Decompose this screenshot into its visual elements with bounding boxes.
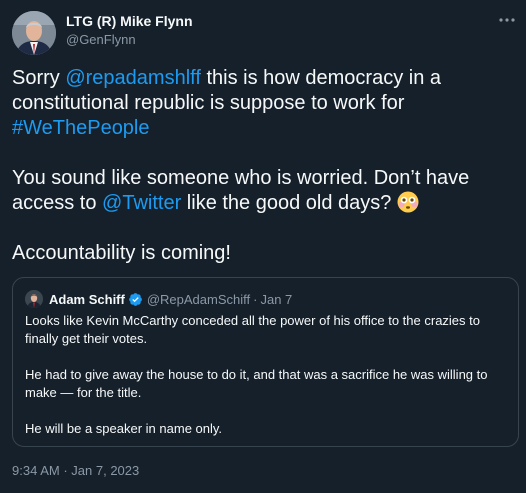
- mention-link[interactable]: @repadamshlff: [65, 67, 201, 89]
- tweet-paragraph-2: You sound like someone who is worried. D…: [12, 167, 470, 214]
- author-handle[interactable]: @GenFlynn: [66, 31, 193, 49]
- author-avatar[interactable]: [12, 11, 56, 55]
- separator-dot: ·: [253, 291, 258, 307]
- quoted-author-avatar: [25, 290, 43, 308]
- author-info: LTG (R) Mike Flynn @GenFlynn: [66, 12, 193, 49]
- quoted-author-name[interactable]: Adam Schiff: [49, 292, 125, 307]
- quoted-tweet-header: Adam Schiff @RepAdamSchiff · Jan 7: [25, 290, 292, 308]
- timestamp-separator: ·: [63, 463, 68, 478]
- twitter-mention-link[interactable]: @Twitter: [102, 192, 181, 214]
- more-options-icon[interactable]: [496, 12, 518, 28]
- quoted-tweet-date[interactable]: Jan 7: [260, 292, 292, 307]
- quoted-author-handle[interactable]: @RepAdamSchiff: [147, 292, 250, 307]
- tweet-timestamp[interactable]: 9:34 AM · Jan 7, 2023: [12, 463, 139, 478]
- quoted-paragraph-1: Looks like Kevin McCarthy conceded all t…: [25, 313, 480, 346]
- tweet-text: Sorry @repadamshlff this is how democrac…: [12, 66, 512, 266]
- tweet-date[interactable]: Jan 7, 2023: [71, 463, 139, 478]
- quoted-tweet[interactable]: Adam Schiff @RepAdamSchiff · Jan 7 Looks…: [12, 277, 519, 447]
- tweet-paragraph-1: Sorry @repadamshlff this is how democrac…: [12, 67, 442, 139]
- author-display-name[interactable]: LTG (R) Mike Flynn: [66, 12, 193, 30]
- quoted-paragraph-2: He had to give away the house to do it, …: [25, 367, 488, 400]
- tweet-header: LTG (R) Mike Flynn @GenFlynn: [12, 10, 518, 55]
- hashtag-link[interactable]: #WeThePeople: [12, 117, 150, 139]
- verified-badge-icon: [128, 292, 143, 307]
- tweet-time[interactable]: 9:34 AM: [12, 463, 60, 478]
- flushed-face-emoji-icon: [397, 191, 419, 213]
- quoted-paragraph-3: He will be a speaker in name only.: [25, 421, 223, 436]
- quoted-tweet-text: Looks like Kevin McCarthy conceded all t…: [25, 312, 510, 438]
- tweet-paragraph-3: Accountability is coming!: [12, 242, 231, 264]
